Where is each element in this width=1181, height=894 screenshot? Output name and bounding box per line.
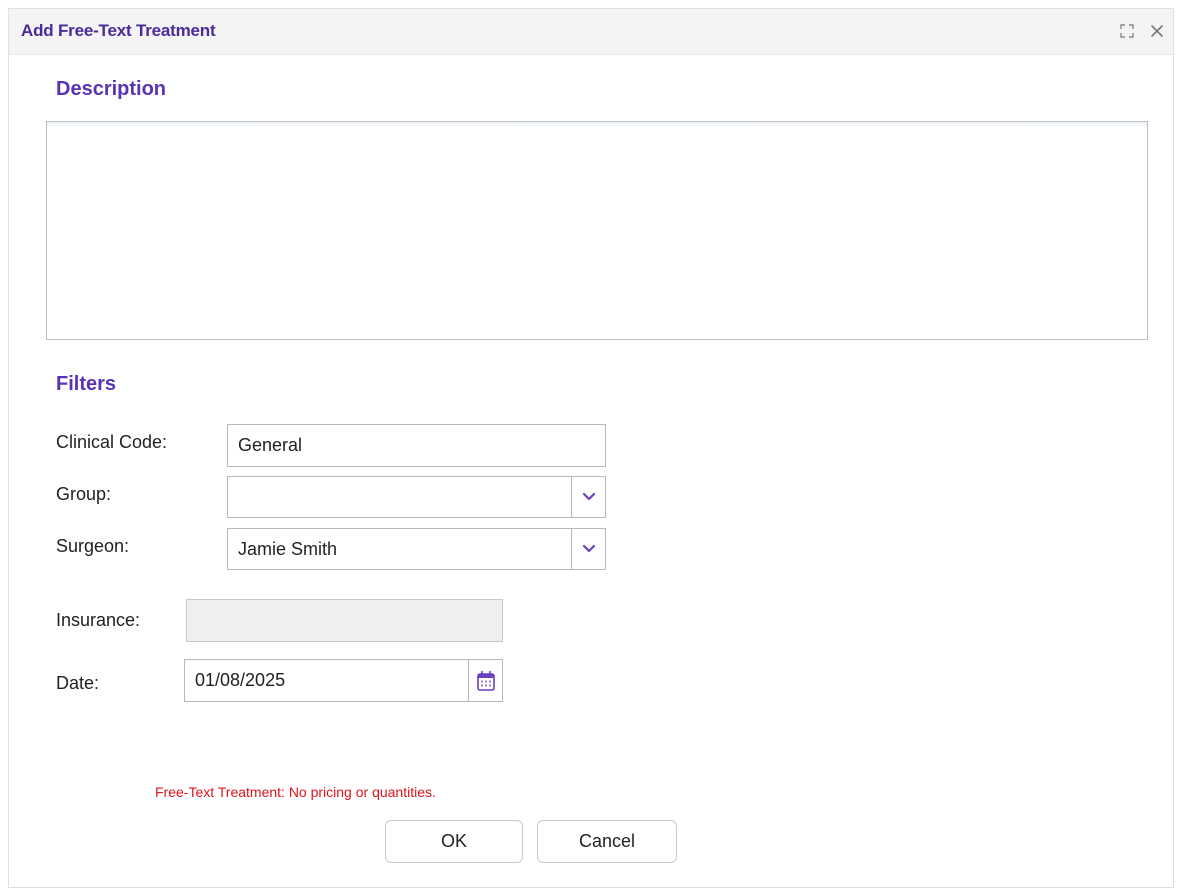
clinical-code-value: General — [238, 435, 303, 455]
surgeon-select[interactable]: Jamie Smith — [227, 528, 606, 570]
clinical-code-input[interactable]: General — [227, 424, 606, 467]
cancel-button[interactable]: Cancel — [537, 820, 677, 863]
chevron-down-icon — [582, 544, 595, 553]
surgeon-label: Surgeon: — [56, 536, 130, 556]
ok-button[interactable]: OK — [385, 820, 523, 863]
date-value: 01/08/2025 — [195, 670, 286, 690]
dialog-title: Add Free-Text Treatment — [21, 21, 216, 40]
filters-heading: Filters — [56, 373, 117, 395]
surgeon-value: Jamie Smith — [238, 538, 338, 559]
chevron-down-icon — [582, 492, 595, 501]
free-text-warning: Free-Text Treatment: No pricing or quant… — [155, 784, 436, 800]
description-textarea[interactable] — [46, 121, 1148, 340]
surgeon-dropdown-button[interactable] — [571, 529, 605, 569]
calendar-icon — [476, 670, 495, 691]
group-label: Group: — [56, 484, 112, 504]
date-label: Date: — [56, 673, 100, 693]
insurance-label: Insurance: — [56, 610, 141, 630]
date-input[interactable]: 01/08/2025 — [184, 659, 503, 702]
expand-icon[interactable] — [1115, 19, 1139, 43]
group-select[interactable] — [227, 476, 606, 518]
date-picker-button[interactable] — [468, 660, 502, 701]
dialog-titlebar: Add Free-Text Treatment — [9, 9, 1173, 55]
group-dropdown-button[interactable] — [571, 477, 605, 517]
clinical-code-label: Clinical Code: — [56, 432, 168, 452]
insurance-field — [186, 599, 503, 642]
close-icon[interactable] — [1145, 19, 1169, 43]
description-heading: Description — [56, 78, 167, 100]
add-free-text-treatment-dialog: Add Free-Text Treatment Description Filt… — [8, 8, 1174, 888]
